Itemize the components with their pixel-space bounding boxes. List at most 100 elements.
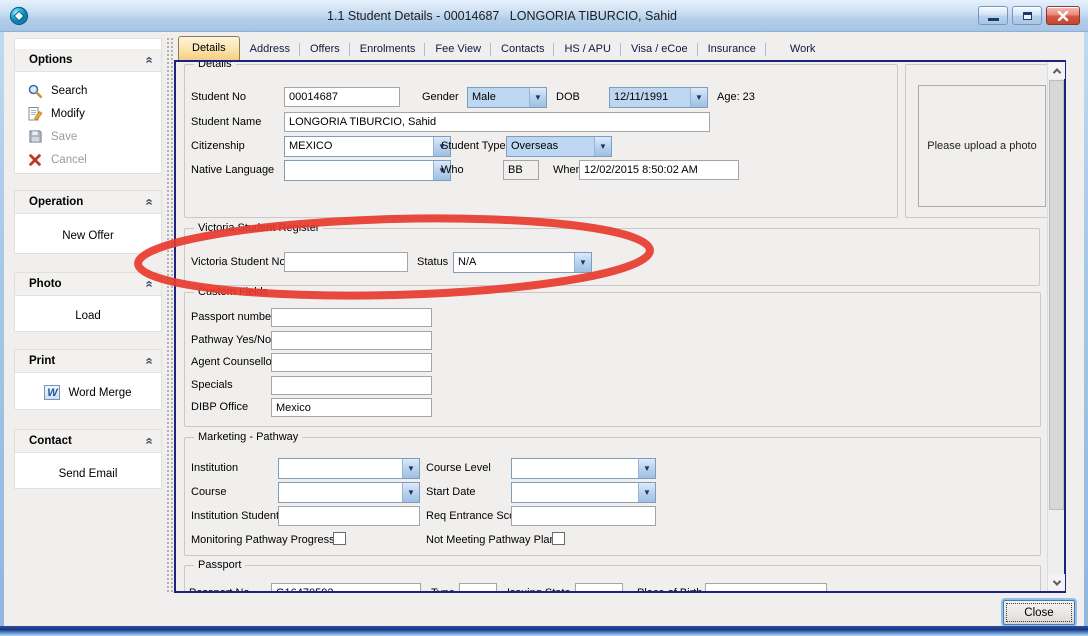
dropdown-button[interactable]: ▼ [594,137,611,156]
agent-counsellor-label: Agent Counsellor [191,356,275,368]
scroll-up-button[interactable] [1048,62,1065,79]
photo-placeholder-box[interactable]: Please upload a photo [918,85,1046,207]
sidebar-item-load[interactable]: Load [15,304,161,327]
maximize-button[interactable] [1012,6,1042,25]
tab-hs-apu[interactable]: HS / APU [554,39,620,60]
course-level-dropdown[interactable]: ▼ [511,458,656,479]
start-date-dropdown[interactable]: ▼ [511,482,656,503]
native-language-value [285,161,433,180]
dropdown-button[interactable]: ▼ [638,483,655,502]
gender-dropdown[interactable]: Male ▼ [467,87,547,108]
cancel-x-icon [27,152,43,168]
tab-strip: Details Address Offers Enrolments Fee Vi… [178,36,825,60]
details-scroll-area: Details Student No Gender Male ▼ DOB 12/… [176,62,1047,591]
photo-placeholder-text: Please upload a photo [927,140,1036,152]
status-label: Status [417,256,448,268]
tab-enrolments[interactable]: Enrolments [350,39,426,60]
student-type-dropdown[interactable]: Overseas ▼ [506,136,612,157]
sidebar-item-word-merge[interactable]: W Word Merge [15,381,161,404]
sidebar-header-print[interactable]: Print « [15,350,161,373]
monitoring-pathway-progress-checkbox[interactable] [333,532,346,545]
course-dropdown[interactable]: ▼ [278,482,420,503]
sidebar-item-search[interactable]: Search [15,79,161,102]
specials-input[interactable] [271,376,432,395]
tab-address[interactable]: Address [240,39,300,60]
group-legend: Marketing - Pathway [194,431,302,443]
tab-label: Work [790,43,815,55]
student-no-label: Student No [191,91,246,103]
issuing-state-input[interactable] [575,583,623,591]
sidebar-item-label: Cancel [51,154,87,166]
passport-no-input[interactable] [271,583,421,591]
sidebar-group-title: Contact [29,435,146,447]
sidebar-item-modify[interactable]: Modify [15,102,161,125]
institution-label: Institution [191,462,238,474]
close-button[interactable]: Close [1003,600,1075,625]
details-tab-panel: Details Student No Gender Male ▼ DOB 12/… [174,60,1066,593]
institution-dropdown[interactable]: ▼ [278,458,420,479]
student-name-input[interactable] [284,112,710,132]
chevron-down-icon: ▼ [579,259,587,267]
passport-type-label: Type [431,587,455,591]
tab-details[interactable]: Details [178,36,240,60]
chevron-up-icon [1052,68,1060,76]
close-window-button[interactable] [1046,6,1080,25]
native-language-dropdown[interactable]: ▼ [284,160,451,181]
dropdown-button[interactable]: ▼ [529,88,546,107]
tab-offers[interactable]: Offers [300,39,350,60]
passport-number-input[interactable] [271,308,432,327]
sidebar-panel-contact: Contact « Send Email [14,429,162,489]
native-language-label: Native Language [191,164,274,176]
collapse-chevron-icon: « [144,357,154,364]
sidebar-item-label: Load [75,310,101,322]
victoria-student-no-input[interactable] [284,252,408,272]
pathway-yes-no-input[interactable] [271,331,432,350]
dropdown-button[interactable]: ▼ [574,253,591,272]
tab-visa-ecoe[interactable]: Visa / eCoe [621,39,698,60]
not-meeting-pathway-plan-label: Not Meeting Pathway Plan [426,534,556,546]
place-of-birth-input[interactable] [705,583,827,591]
app-icon [8,5,30,27]
vertical-scrollbar[interactable] [1047,62,1064,591]
req-entrance-score-input[interactable] [511,506,656,526]
student-no-input[interactable] [284,87,400,107]
citizenship-dropdown[interactable]: MEXICO ▼ [284,136,451,157]
age-label: Age: 23 [717,91,755,103]
photo-group: Please upload a photo [905,64,1047,218]
who-label: Who [441,164,464,176]
when-field [579,160,739,180]
agent-counsellor-input[interactable] [271,353,432,372]
sidebar-item-label: Save [51,131,77,143]
dropdown-button[interactable]: ▼ [402,459,419,478]
citizenship-label: Citizenship [191,140,245,152]
chevron-down-icon: ▼ [695,94,703,102]
sidebar-header-options[interactable]: Options « [15,49,161,72]
tab-contacts[interactable]: Contacts [491,39,554,60]
tab-work[interactable]: Work [780,39,825,60]
dob-dropdown[interactable]: 12/11/1991 ▼ [609,87,708,108]
tab-fee-view[interactable]: Fee View [425,39,491,60]
minimize-button[interactable] [978,6,1008,25]
sidebar-item-send-email[interactable]: Send Email [15,462,161,485]
dialog-body: Options « Search Modify [4,32,1084,626]
institution-student-id-input[interactable] [278,506,420,526]
splitter-handle[interactable] [165,36,173,592]
not-meeting-pathway-plan-checkbox[interactable] [552,532,565,545]
status-dropdown[interactable]: N/A ▼ [453,252,592,273]
scrollbar-thumb[interactable] [1049,80,1064,510]
sidebar-item-cancel[interactable]: Cancel [15,148,161,171]
dropdown-button[interactable]: ▼ [402,483,419,502]
passport-type-input[interactable] [459,583,497,591]
sidebar-header-operation[interactable]: Operation « [15,191,161,214]
sidebar-header-contact[interactable]: Contact « [15,430,161,453]
details-group: Details Student No Gender Male ▼ DOB 12/… [184,64,898,218]
dropdown-button[interactable]: ▼ [690,88,707,107]
dibp-office-input[interactable] [271,398,432,417]
chevron-down-icon: ▼ [643,465,651,473]
tab-insurance[interactable]: Insurance [698,39,766,60]
dropdown-button[interactable]: ▼ [638,459,655,478]
sidebar-item-new-offer[interactable]: New Offer [15,224,161,247]
sidebar-item-save[interactable]: Save [15,125,161,148]
scroll-down-button[interactable] [1048,574,1065,591]
sidebar-header-photo[interactable]: Photo « [15,273,161,296]
